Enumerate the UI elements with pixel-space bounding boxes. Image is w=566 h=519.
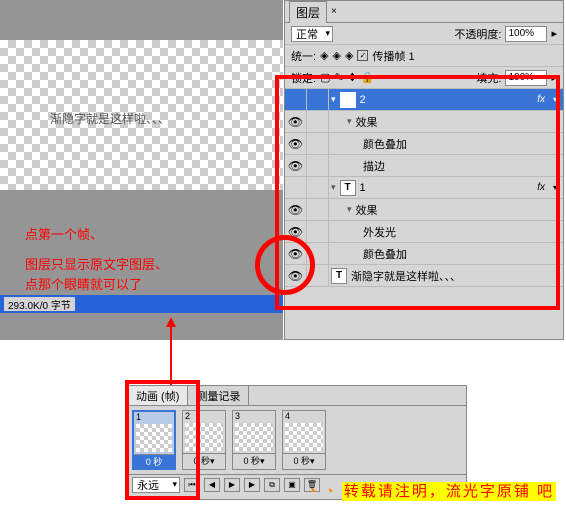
fx-badge[interactable]: fx: [537, 94, 545, 105]
disclosure-icon[interactable]: ▾: [331, 182, 336, 193]
layer-row-effect[interactable]: 👁 颜色叠加: [285, 243, 563, 265]
disclosure-icon[interactable]: ▾: [331, 94, 336, 105]
lock-move-icon[interactable]: ✥: [348, 71, 357, 84]
layer-name: 2: [360, 94, 366, 106]
frame-2[interactable]: 2 0 秒▾: [182, 410, 226, 470]
frame-delay[interactable]: 0 秒▾: [233, 453, 275, 467]
visibility-icon[interactable]: 👁: [288, 247, 303, 261]
frame-thumbnail: [285, 423, 323, 451]
layer-row-effect[interactable]: 👁 描边: [285, 155, 563, 177]
unify-label: 统一:: [291, 48, 316, 64]
status-text: 293.0K/0 字节: [4, 297, 75, 311]
annotation-2: 图层只显示原文字图层、 点那个眼睛就可以了: [25, 255, 168, 294]
lock-brush-icon[interactable]: ✎: [334, 71, 343, 84]
frame-delay[interactable]: 0 秒▾: [183, 453, 225, 467]
layer-name: 渐隐字就是这样啦、、、: [351, 268, 461, 284]
opacity-label: 不透明度:: [454, 26, 501, 42]
effect-label: 效果: [356, 114, 378, 130]
type-layer-icon: T: [331, 268, 347, 284]
play-button[interactable]: ▶: [224, 478, 240, 492]
frames-strip: 1 0 秒 2 0 秒▾ 3 0 秒▾ 4 0 秒▾: [128, 406, 466, 474]
frame-1[interactable]: 1 0 秒: [132, 410, 176, 470]
layers-panel: 图层 × 正常 不透明度: 100% ▸ 统一: ◈ ◈ ◈ ✓ 传播帧 1 锁…: [284, 0, 564, 340]
layer-row-effect[interactable]: 👁 ▾ 效果: [285, 111, 563, 133]
unify-icon-1[interactable]: ◈: [320, 49, 328, 62]
visibility-icon[interactable]: 👁: [288, 137, 303, 151]
new-frame-button[interactable]: ▣: [284, 478, 300, 492]
frame-thumbnail: [136, 424, 172, 452]
layer-row[interactable]: 👁 T 渐隐字就是这样啦、、、: [285, 265, 563, 287]
visibility-icon[interactable]: 👁: [288, 115, 303, 129]
chevron-icon[interactable]: ▸: [551, 27, 557, 40]
type-layer-icon: T: [340, 92, 356, 108]
propagate-label: 传播帧 1: [372, 48, 414, 64]
fx-badge[interactable]: fx: [537, 182, 545, 193]
layer-row-effect[interactable]: 👁 外发光: [285, 221, 563, 243]
effect-label: 描边: [363, 158, 385, 174]
visibility-icon[interactable]: 👁: [288, 225, 303, 239]
watermark: ◔ ◔ 转载请注明，流光字原铺 吧: [307, 480, 556, 501]
fx-disclosure-icon[interactable]: ▾: [553, 95, 557, 104]
status-bar: 293.0K/0 字节: [0, 295, 283, 313]
frame-4[interactable]: 4 0 秒▾: [282, 410, 326, 470]
layer-row[interactable]: ▾ T 2 fx ▾: [285, 89, 563, 111]
effect-label: 颜色叠加: [363, 246, 407, 262]
propagate-checkbox[interactable]: ✓: [357, 50, 368, 61]
opacity-input[interactable]: 100%: [505, 26, 547, 42]
layer-list: ▾ T 2 fx ▾ 👁 ▾效果 👁 颜色叠加 👁 描边 ▾ T 1 f: [285, 89, 563, 287]
effect-label: 外发光: [363, 224, 396, 240]
visibility-icon[interactable]: 👁: [288, 159, 303, 173]
blend-mode-dropdown[interactable]: 正常: [291, 26, 333, 42]
unify-icon-2[interactable]: ◈: [333, 49, 341, 62]
close-icon[interactable]: ×: [331, 6, 337, 17]
loop-dropdown[interactable]: 永远: [132, 477, 180, 493]
visibility-icon[interactable]: 👁: [288, 269, 303, 283]
fx-disclosure-icon[interactable]: ▾: [553, 183, 557, 192]
layer-row[interactable]: ▾ T 1 fx ▾: [285, 177, 563, 199]
type-layer-icon: T: [340, 180, 356, 196]
layer-row-effect[interactable]: 👁 ▾ 效果: [285, 199, 563, 221]
first-frame-button[interactable]: ⏮: [184, 478, 200, 492]
lock-transparency-icon[interactable]: ▢: [320, 71, 330, 84]
fill-label: 填充:: [476, 70, 501, 86]
disclosure-icon[interactable]: ▾: [347, 204, 352, 215]
frame-thumbnail: [235, 423, 273, 451]
frame-thumbnail: [185, 423, 223, 451]
annotation-1: 点第一个帧、: [25, 225, 103, 245]
effect-label: 颜色叠加: [363, 136, 407, 152]
visibility-icon[interactable]: 👁: [288, 203, 303, 217]
next-frame-button[interactable]: ▶: [244, 478, 260, 492]
prev-frame-button[interactable]: ◀: [204, 478, 220, 492]
frame-delay[interactable]: 0 秒: [134, 454, 174, 468]
lock-label: 锁定:: [291, 70, 316, 86]
fill-input[interactable]: 100%: [505, 70, 547, 86]
measurement-tab[interactable]: 测量记录: [188, 386, 249, 405]
canvas-text: 渐隐字就是这样啦、、、: [50, 110, 170, 127]
unify-icon-3[interactable]: ◈: [345, 49, 353, 62]
layer-row-effect[interactable]: 👁 颜色叠加: [285, 133, 563, 155]
canvas-document[interactable]: 渐隐字就是这样啦、、、: [0, 40, 283, 190]
effect-label: 效果: [356, 202, 378, 218]
disclosure-icon[interactable]: ▾: [347, 116, 352, 127]
layers-tab[interactable]: 图层: [289, 1, 327, 23]
annotation-arrow: [170, 320, 172, 385]
layer-name: 1: [360, 182, 366, 194]
lock-all-icon[interactable]: 🔒: [361, 71, 375, 84]
animation-tab[interactable]: 动画 (帧): [128, 386, 188, 405]
tween-button[interactable]: ⧉: [264, 478, 280, 492]
frame-3[interactable]: 3 0 秒▾: [232, 410, 276, 470]
chevron-icon[interactable]: ▸: [551, 71, 557, 84]
frame-delay[interactable]: 0 秒▾: [283, 453, 325, 467]
